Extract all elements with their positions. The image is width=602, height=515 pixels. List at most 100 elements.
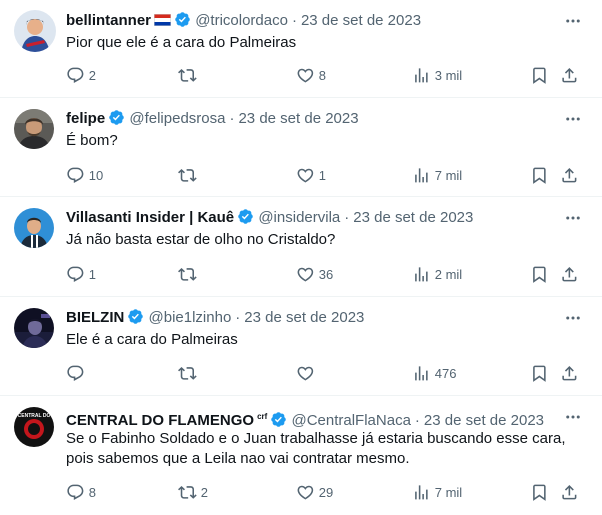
tweet-text: Pior que ele é a cara do Palmeiras	[66, 34, 297, 51]
like-icon	[296, 483, 315, 502]
timestamp[interactable]: 23 de set de 2023	[353, 209, 473, 226]
bookmark-icon	[530, 265, 549, 284]
like-button[interactable]: 36	[296, 262, 333, 286]
handle[interactable]: @CentralFlaNaca	[291, 411, 410, 431]
views-button[interactable]: 476	[412, 361, 456, 385]
tweet[interactable]: BIELZIN @bie1lzinho · 23 de set de 2023 El…	[0, 297, 602, 396]
bookmark-button[interactable]	[530, 163, 549, 187]
tweet-text: Ele é a cara do Palmeiras	[66, 331, 238, 348]
timestamp[interactable]: 23 de set de 2023	[424, 412, 544, 429]
retweet-button[interactable]	[178, 262, 201, 286]
views-icon	[412, 483, 431, 502]
tweet-actions: 2 8 3 mil	[58, 63, 588, 87]
share-icon	[560, 66, 579, 85]
share-button[interactable]	[560, 480, 579, 504]
timestamp[interactable]: 23 de set de 2023	[238, 110, 358, 127]
views-button[interactable]: 7 mil	[412, 163, 462, 187]
timestamp[interactable]: 23 de set de 2023	[244, 309, 364, 326]
bookmark-button[interactable]	[530, 361, 549, 385]
share-button[interactable]	[560, 262, 579, 286]
reply-count: 10	[88, 167, 104, 183]
views-icon	[412, 364, 431, 383]
bookmark-icon	[530, 166, 549, 185]
tweet[interactable]: CENTRAL DO CENTRAL DO FLAMENGO crf @Centr…	[0, 396, 602, 515]
bookmark-button[interactable]	[530, 63, 549, 87]
paraguay-flag-icon	[154, 14, 172, 26]
display-name[interactable]: BIELZIN	[66, 309, 124, 326]
more-icon[interactable]	[564, 110, 582, 128]
retweet-button[interactable]	[178, 163, 201, 187]
share-button[interactable]	[560, 361, 579, 385]
more-icon[interactable]	[564, 209, 582, 227]
verified-icon	[270, 411, 287, 428]
share-button[interactable]	[560, 63, 579, 87]
views-icon	[412, 66, 431, 85]
like-count: 8	[318, 67, 326, 83]
reply-count: 8	[88, 484, 96, 500]
retweet-count: 2	[200, 484, 208, 500]
reply-button[interactable]: 1	[66, 262, 96, 286]
more-icon[interactable]	[564, 12, 582, 30]
tweet[interactable]: felipe @felipedsrosa · 23 de set de 2023 É…	[0, 98, 602, 197]
like-button[interactable]	[296, 361, 319, 385]
display-name[interactable]: bellintanner	[66, 12, 151, 29]
tweet[interactable]: Villasanti Insider | Kauê @insidervila · 2…	[0, 197, 602, 297]
views-count: 476	[434, 365, 457, 381]
display-name[interactable]: felipe	[66, 110, 105, 127]
handle[interactable]: @felipedsrosa	[129, 110, 225, 127]
views-button[interactable]: 7 mil	[412, 480, 462, 504]
reply-icon	[66, 166, 85, 185]
like-icon	[296, 364, 315, 383]
share-icon	[560, 265, 579, 284]
display-name[interactable]: CENTRAL DO FLAMENGO	[66, 412, 254, 429]
handle[interactable]: @bie1lzinho	[149, 309, 232, 326]
separator-dot: ·	[414, 412, 420, 429]
verified-icon	[174, 11, 191, 28]
timestamp[interactable]: 23 de set de 2023	[301, 12, 421, 29]
handle[interactable]: @tricolordaco	[195, 12, 288, 29]
verified-icon	[127, 308, 144, 325]
tweet-header: CENTRAL DO FLAMENGO crf @CentralFlaNaca · 2…	[66, 407, 572, 429]
tweet-header: BIELZIN @bie1lzinho · 23 de set de 2023	[66, 308, 572, 328]
reply-button[interactable]	[66, 361, 89, 385]
retweet-icon	[178, 66, 197, 85]
tweet-header: bellintanner @tricolordaco · 23 de set de …	[66, 11, 572, 31]
reply-button[interactable]: 8	[66, 480, 96, 504]
like-count: 29	[318, 484, 334, 500]
views-count: 7 mil	[434, 484, 463, 500]
like-button[interactable]: 1	[296, 163, 326, 187]
avatar[interactable]	[14, 109, 54, 149]
reply-icon	[66, 364, 85, 383]
views-icon	[412, 166, 431, 185]
like-button[interactable]: 8	[296, 63, 326, 87]
avatar[interactable]	[14, 10, 56, 52]
avatar[interactable]	[14, 308, 54, 348]
views-button[interactable]: 3 mil	[412, 63, 462, 87]
bookmark-button[interactable]	[530, 262, 549, 286]
handle[interactable]: @insidervila	[258, 209, 340, 226]
views-count: 2 mil	[434, 266, 463, 282]
like-button[interactable]: 29	[296, 480, 333, 504]
bookmark-button[interactable]	[530, 480, 549, 504]
share-button[interactable]	[560, 163, 579, 187]
tweet[interactable]: bellintanner @tricolordaco · 23 de set de …	[0, 0, 602, 98]
retweet-button[interactable]: 2	[178, 480, 208, 504]
like-icon	[296, 265, 315, 284]
views-count: 3 mil	[434, 67, 463, 83]
reply-button[interactable]: 2	[66, 63, 96, 87]
avatar[interactable]	[14, 208, 54, 248]
tweet-actions: 1 36 2 mil	[58, 262, 588, 286]
views-count: 7 mil	[434, 167, 463, 183]
retweet-button[interactable]	[178, 63, 201, 87]
avatar[interactable]: CENTRAL DO	[14, 407, 54, 447]
more-icon[interactable]	[564, 408, 582, 426]
more-icon[interactable]	[564, 309, 582, 327]
reply-button[interactable]: 10	[66, 163, 103, 187]
retweet-icon	[178, 364, 197, 383]
views-button[interactable]: 2 mil	[412, 262, 462, 286]
tweet-actions: 476	[58, 361, 588, 385]
retweet-button[interactable]	[178, 361, 201, 385]
display-name[interactable]: Villasanti Insider | Kauê	[66, 209, 234, 226]
name-suffix-emoji: crf	[257, 412, 268, 421]
tweet-text: Se o Fabinho Soldado e o Juan trabalhass…	[66, 430, 566, 467]
